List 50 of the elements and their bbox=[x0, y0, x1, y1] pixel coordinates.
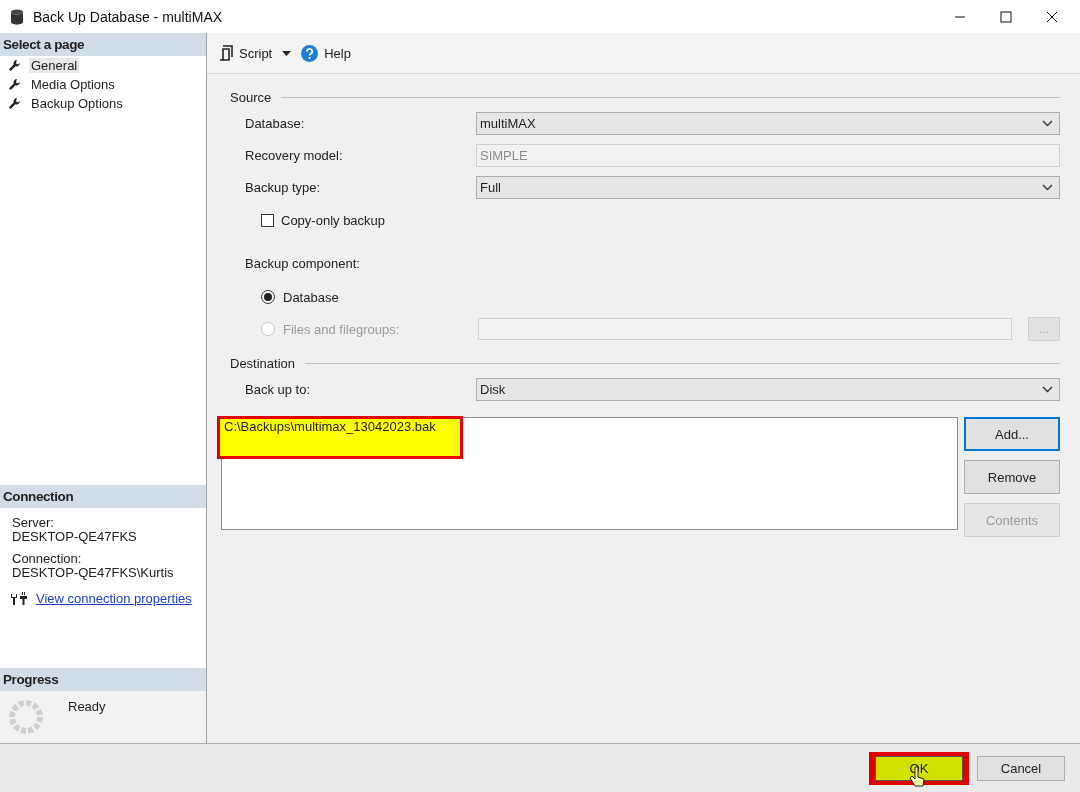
dialog-button[interactable]: Cancel bbox=[977, 755, 1065, 781]
database-dropdown[interactable]: multiMAX bbox=[476, 111, 1060, 135]
page-item[interactable]: Backup Options bbox=[29, 96, 125, 111]
field-label: Back up to: bbox=[245, 381, 312, 397]
list-action-button[interactable]: Add... bbox=[964, 417, 1060, 451]
dropdown-caret-icon[interactable] bbox=[282, 50, 292, 56]
checkbox[interactable] bbox=[261, 213, 274, 227]
page-item[interactable]: Media Options bbox=[29, 77, 117, 92]
section-header: Progress bbox=[0, 668, 206, 691]
chevron-down-icon bbox=[1042, 385, 1053, 393]
field-label: Backup component: bbox=[245, 255, 361, 271]
field-label: Backup type: bbox=[245, 179, 322, 195]
group-title: Source bbox=[230, 89, 272, 105]
radio-label: Files and filegroups: bbox=[283, 321, 400, 337]
list-action-button[interactable]: Remove bbox=[964, 460, 1060, 494]
connection-name: DESKTOP-QE47FKS\Kurtis bbox=[12, 566, 174, 580]
script-button[interactable]: Script bbox=[217, 45, 275, 61]
group-title: Destination bbox=[230, 355, 296, 371]
help-button[interactable]: Help bbox=[299, 44, 353, 62]
filegroups-field[interactable] bbox=[478, 318, 1012, 340]
backup-type-dropdown[interactable]: Full bbox=[476, 175, 1060, 199]
wrench-icon bbox=[8, 97, 21, 110]
database-icon bbox=[10, 8, 24, 25]
field-label: Database: bbox=[245, 115, 306, 131]
destination-file-item[interactable]: C:\Backups\multimax_13042023.bak bbox=[217, 416, 463, 459]
script-icon bbox=[219, 45, 233, 61]
connection-label: Connection: bbox=[12, 552, 82, 566]
server-label: Server: bbox=[12, 516, 54, 530]
wrench-icon bbox=[8, 59, 21, 72]
recovery-model-field: SIMPLE bbox=[476, 143, 1060, 167]
section-header: Select a page bbox=[0, 33, 206, 56]
radio-label: Database bbox=[283, 289, 339, 305]
checkbox-label: Copy-only backup bbox=[281, 212, 386, 228]
section-header: Connection bbox=[0, 485, 206, 508]
maximize-icon[interactable] bbox=[1000, 10, 1012, 23]
close-icon[interactable] bbox=[1046, 10, 1058, 23]
wrench-icon bbox=[8, 78, 21, 91]
field-label: Recovery model: bbox=[245, 147, 344, 163]
plug-icon bbox=[10, 592, 28, 606]
progress-status: Ready bbox=[68, 699, 106, 714]
chevron-down-icon bbox=[1042, 119, 1053, 127]
server-name: DESKTOP-QE47FKS bbox=[12, 530, 137, 544]
back-up-to-dropdown[interactable]: Disk bbox=[476, 377, 1060, 401]
help-icon bbox=[301, 44, 319, 62]
page-item[interactable]: General bbox=[29, 58, 80, 73]
window-title: Back Up Database - multiMAX bbox=[33, 8, 223, 25]
connection-properties-link[interactable]: View connection properties bbox=[36, 592, 192, 606]
chevron-down-icon bbox=[1042, 183, 1053, 191]
radio-button[interactable] bbox=[261, 290, 275, 304]
spinner-icon bbox=[8, 699, 44, 735]
